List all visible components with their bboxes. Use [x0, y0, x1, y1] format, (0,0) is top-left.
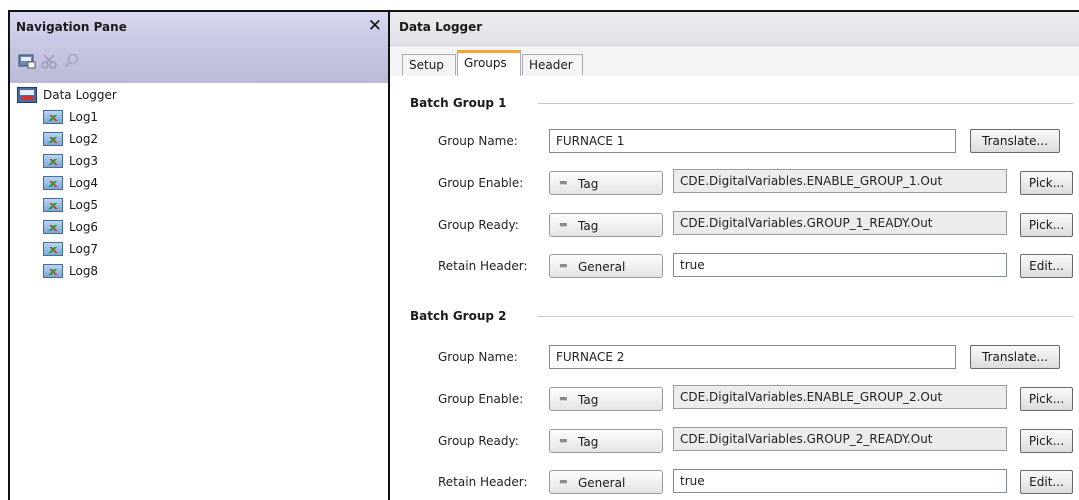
pick-button[interactable]: Pick... [1020, 171, 1073, 195]
translate-button[interactable]: Translate... [970, 129, 1060, 153]
group-name-field[interactable]: FURNACE 2 [549, 345, 956, 369]
dropdown-value: Tag [578, 435, 599, 449]
nav-tree: Data Logger Log1 Log2 Log3 Log4 Log5 Log… [10, 83, 388, 500]
dropdown-value: General [578, 476, 626, 490]
dropdown-value: Tag [578, 219, 599, 233]
group-title: Batch Group 1 [410, 96, 507, 110]
data-logger-editor: Data Logger Setup Groups Header Batch Gr… [390, 10, 1079, 500]
group-title: Batch Group 2 [410, 309, 507, 323]
pick-button[interactable]: Pick... [1020, 387, 1073, 411]
dropdown-arrow-icon: ▬ [559, 394, 568, 404]
tree-item-label: Log5 [69, 198, 99, 212]
nav-pane-header: Navigation Pane ✕ [10, 12, 388, 43]
tree-item-label: Log6 [69, 220, 99, 234]
edit-button[interactable]: Edit... [1020, 470, 1073, 494]
tree-item-label: Log7 [69, 242, 99, 256]
group-ready-value[interactable]: CDE.DigitalVariables.GROUP_1_READY.Out [673, 211, 1007, 235]
pick-button[interactable]: Pick... [1020, 213, 1073, 237]
retain-header-type-dropdown[interactable]: ▬ General [549, 254, 663, 278]
group-divider [538, 316, 1073, 317]
dropdown-arrow-icon: ▬ [559, 220, 568, 230]
tree-item-log7[interactable]: Log7 [43, 239, 98, 259]
tree-item-log1[interactable]: Log1 [43, 107, 98, 127]
tree-item-data-logger[interactable]: Data Logger [17, 85, 117, 105]
retain-header-label: Retain Header: [438, 259, 528, 273]
edit-button[interactable]: Edit... [1020, 254, 1073, 278]
tab-setup[interactable]: Setup [402, 54, 456, 75]
navigation-pane: Navigation Pane ✕ Data Logger Log1 Log2 … [8, 10, 390, 500]
log-chart-icon [43, 242, 63, 256]
tree-item-label: Log1 [69, 110, 99, 124]
group-ready-label: Group Ready: [438, 434, 519, 448]
group-name-field[interactable]: FURNACE 1 [549, 129, 956, 153]
retain-header-label: Retain Header: [438, 475, 528, 489]
tree-item-label: Log2 [69, 132, 99, 146]
log-chart-icon [43, 264, 63, 278]
group-enable-label: Group Enable: [438, 176, 524, 190]
group-ready-type-dropdown[interactable]: ▬ Tag [549, 213, 663, 237]
dropdown-value: General [578, 260, 626, 274]
editor-header: Data Logger [390, 12, 1079, 46]
tab-bar: Setup Groups Header [390, 46, 1079, 77]
group-ready-type-dropdown[interactable]: ▬ Tag [549, 429, 663, 453]
tree-item-log6[interactable]: Log6 [43, 217, 98, 237]
translate-button[interactable]: Translate... [970, 345, 1060, 369]
log-chart-icon [43, 220, 63, 234]
dropdown-arrow-icon: ▬ [559, 436, 568, 446]
retain-header-type-dropdown[interactable]: ▬ General [549, 470, 663, 494]
retain-header-value[interactable]: true [673, 469, 1007, 493]
tab-groups[interactable]: Groups [457, 50, 521, 76]
dropdown-arrow-icon: ▬ [559, 477, 568, 487]
cut-icon[interactable] [40, 53, 58, 69]
dropdown-arrow-icon: ▬ [559, 178, 568, 188]
log-chart-icon [43, 198, 63, 212]
tree-item-label: Log8 [69, 264, 99, 278]
group-ready-value[interactable]: CDE.DigitalVariables.GROUP_2_READY.Out [673, 427, 1007, 451]
groups-tab-content: Batch Group 1 Group Name: FURNACE 1 Tran… [390, 76, 1079, 500]
log-chart-icon [43, 176, 63, 190]
group-enable-type-dropdown[interactable]: ▬ Tag [549, 171, 663, 195]
tree-item-log2[interactable]: Log2 [43, 129, 98, 149]
tab-header[interactable]: Header [522, 54, 583, 75]
group-ready-label: Group Ready: [438, 218, 519, 232]
group-enable-value[interactable]: CDE.DigitalVariables.ENABLE_GROUP_1.Out [673, 169, 1007, 193]
search-icon[interactable] [63, 53, 81, 69]
data-logger-icon [17, 87, 37, 103]
tree-item-log5[interactable]: Log5 [43, 195, 98, 215]
nav-pane-title: Navigation Pane [16, 20, 127, 34]
dropdown-value: Tag [578, 177, 599, 191]
group-name-label: Group Name: [438, 134, 518, 148]
tree-item-label: Log4 [69, 176, 99, 190]
tree-item-label: Log3 [69, 154, 99, 168]
tree-item-log8[interactable]: Log8 [43, 261, 98, 281]
retain-header-value[interactable]: true [673, 253, 1007, 277]
add-item-icon[interactable] [18, 53, 36, 69]
log-chart-icon [43, 110, 63, 124]
nav-toolbar [10, 42, 388, 83]
dropdown-arrow-icon: ▬ [559, 261, 568, 271]
pick-button[interactable]: Pick... [1020, 429, 1073, 453]
tree-item-log3[interactable]: Log3 [43, 151, 98, 171]
dropdown-value: Tag [578, 393, 599, 407]
group-enable-value[interactable]: CDE.DigitalVariables.ENABLE_GROUP_2.Out [673, 385, 1007, 409]
group-enable-label: Group Enable: [438, 392, 524, 406]
tree-item-log4[interactable]: Log4 [43, 173, 98, 193]
group-enable-type-dropdown[interactable]: ▬ Tag [549, 387, 663, 411]
close-icon[interactable]: ✕ [368, 16, 382, 36]
log-chart-icon [43, 154, 63, 168]
tree-item-label: Data Logger [43, 88, 117, 102]
editor-title: Data Logger [399, 20, 483, 34]
log-chart-icon [43, 132, 63, 146]
group-name-label: Group Name: [438, 350, 518, 364]
group-divider [538, 103, 1073, 104]
